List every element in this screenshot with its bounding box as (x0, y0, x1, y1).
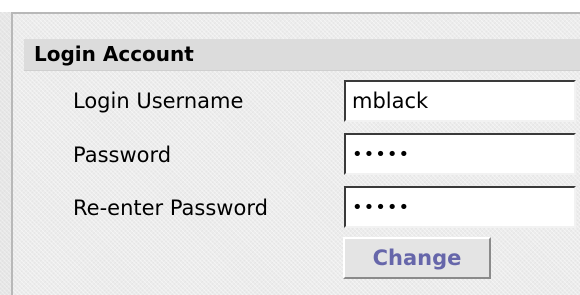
page-background: Login Account Login Username Password Re… (0, 0, 580, 295)
reenter-password-input[interactable] (344, 186, 576, 228)
reenter-password-label: Re-enter Password (73, 196, 268, 220)
password-input[interactable] (344, 133, 576, 175)
password-label: Password (73, 143, 172, 167)
login-username-label: Login Username (73, 89, 244, 113)
top-strip (0, 0, 580, 12)
section-title: Login Account (34, 42, 194, 66)
change-button[interactable]: Change (343, 237, 491, 279)
login-username-input[interactable] (344, 80, 576, 122)
section-header: Login Account (24, 39, 580, 71)
